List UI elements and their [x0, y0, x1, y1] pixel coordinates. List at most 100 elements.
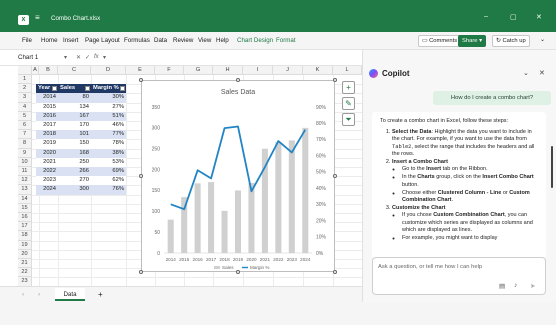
close-pane-icon[interactable]: ✕	[539, 69, 545, 77]
table-cell[interactable]: 62%	[91, 176, 126, 186]
table-cell[interactable]: 2023	[36, 176, 58, 186]
table-cell[interactable]: 2016	[36, 111, 58, 121]
prev-sheet-icon[interactable]: ‹	[22, 291, 24, 298]
table-cell[interactable]: 77%	[91, 130, 126, 140]
table-cell[interactable]: 38%	[91, 148, 126, 158]
filter-dropdown-icon[interactable]	[52, 86, 57, 92]
table-cell[interactable]: 76%	[91, 185, 126, 195]
comments-button[interactable]: ▭ Comments	[418, 35, 462, 47]
cancel-entry-icon[interactable]: ✕	[76, 54, 81, 61]
table-cell[interactable]: 101	[58, 130, 91, 140]
next-sheet-icon[interactable]: ›	[38, 291, 40, 298]
table-cell[interactable]: 2021	[36, 157, 58, 167]
column-header[interactable]: D	[91, 66, 126, 75]
chart-resize-handle[interactable]	[333, 270, 337, 274]
table-cell[interactable]: 2022	[36, 167, 58, 177]
copilot-prompt-input[interactable]: Ask a question, or tell me how I can hel…	[372, 257, 546, 295]
table-cell[interactable]: 167	[58, 111, 91, 121]
chart-styles-brush-icon[interactable]: ✎	[342, 97, 355, 110]
maximize-button[interactable]: ▢	[510, 13, 517, 21]
combo-chart[interactable]: Sales Data 0 50 100 150 200 250 300 350 0% 10% 20%…	[141, 80, 335, 272]
table-cell[interactable]: 51%	[91, 111, 126, 121]
column-header[interactable]: C	[58, 66, 91, 75]
tab-file[interactable]: File	[22, 37, 32, 44]
row-header[interactable]: 10	[18, 157, 32, 167]
microphone-icon[interactable]: ♪	[514, 282, 517, 289]
table-cell[interactable]: 30%	[91, 93, 126, 103]
table-header-cell[interactable]: Sales	[58, 84, 91, 94]
column-header[interactable]: B	[39, 66, 58, 75]
share-button[interactable]: Share ▾	[458, 35, 486, 47]
column-header[interactable]: H	[213, 66, 243, 75]
copilot-scrollbar[interactable]	[551, 146, 553, 188]
confirm-entry-icon[interactable]: ✓	[85, 54, 90, 61]
column-header[interactable]: I	[243, 66, 273, 75]
tab-home[interactable]: Home	[41, 37, 58, 44]
row-header[interactable]: 22	[18, 268, 32, 278]
column-header[interactable]: L	[333, 66, 362, 75]
chart-resize-handle[interactable]	[139, 174, 143, 178]
table-cell[interactable]: 170	[58, 121, 91, 131]
send-icon[interactable]: ➤	[530, 282, 535, 290]
tab-data[interactable]: Data	[154, 37, 167, 44]
insert-function-button[interactable]: fx	[94, 54, 99, 60]
chart-filters-funnel-icon[interactable]: ⏷	[342, 113, 355, 126]
chevron-down-icon[interactable]: ⌄	[523, 69, 529, 77]
catch-up-button[interactable]: ↻ Catch up	[492, 35, 530, 47]
row-header[interactable]: 15	[18, 203, 32, 213]
fx-dropdown-icon[interactable]: ▾	[103, 54, 106, 61]
table-cell[interactable]: 2019	[36, 139, 58, 149]
select-all-corner[interactable]	[18, 66, 32, 75]
table-cell[interactable]: 78%	[91, 139, 126, 149]
table-header-cell[interactable]: Margin %	[91, 84, 126, 94]
column-header[interactable]: E	[126, 66, 155, 75]
table-cell[interactable]: 2024	[36, 185, 58, 195]
row-header[interactable]: 16	[18, 213, 32, 223]
column-header[interactable]: J	[273, 66, 303, 75]
row-header[interactable]: 9	[18, 148, 32, 158]
tab-page-layout[interactable]: Page Layout	[85, 37, 120, 44]
sheet-tab-data[interactable]: Data	[55, 288, 85, 301]
table-cell[interactable]: 270	[58, 176, 91, 186]
row-header[interactable]: 17	[18, 222, 32, 232]
row-header[interactable]: 6	[18, 121, 32, 131]
attach-icon[interactable]: ▤	[499, 282, 505, 290]
quick-access-more-icon[interactable]: ≡	[35, 13, 40, 22]
chart-elements-plus-icon[interactable]: +	[342, 81, 355, 94]
row-header[interactable]: 4	[18, 102, 32, 112]
row-header[interactable]: 18	[18, 231, 32, 241]
table-cell[interactable]: 2017	[36, 121, 58, 131]
table-cell[interactable]: 53%	[91, 157, 126, 167]
chart-resize-handle[interactable]	[236, 270, 240, 274]
table-cell[interactable]: 300	[58, 185, 91, 195]
row-header[interactable]: 20	[18, 249, 32, 259]
chart-resize-handle[interactable]	[139, 270, 143, 274]
tab-help[interactable]: Help	[216, 37, 229, 44]
tab-review[interactable]: Review	[173, 37, 193, 44]
tab-insert[interactable]: Insert	[63, 37, 78, 44]
row-header[interactable]: 19	[18, 240, 32, 250]
row-header[interactable]: 14	[18, 194, 32, 204]
table-cell[interactable]: 266	[58, 167, 91, 177]
tab-formulas[interactable]: Formulas	[124, 37, 150, 44]
chart-resize-handle[interactable]	[333, 174, 337, 178]
table-cell[interactable]: 168	[58, 148, 91, 158]
chart-resize-handle[interactable]	[236, 78, 240, 82]
table-cell[interactable]: 250	[58, 157, 91, 167]
tab-format[interactable]: Format	[276, 37, 296, 44]
column-header[interactable]: G	[184, 66, 213, 75]
row-header[interactable]: 2	[18, 84, 32, 94]
table-cell[interactable]: 2020	[36, 148, 58, 158]
namebox-dropdown-icon[interactable]: ▾	[64, 54, 67, 61]
close-button[interactable]: ✕	[536, 13, 542, 21]
table-cell[interactable]: 80	[58, 93, 91, 103]
row-header[interactable]: 11	[18, 167, 32, 177]
tab-view[interactable]: View	[198, 37, 211, 44]
chart-resize-handle[interactable]	[333, 78, 337, 82]
table-cell[interactable]: 46%	[91, 121, 126, 131]
row-header[interactable]: 13	[18, 185, 32, 195]
row-header[interactable]: 8	[18, 139, 32, 149]
row-header[interactable]: 7	[18, 130, 32, 140]
name-box[interactable]: Chart 1	[18, 53, 62, 63]
table-cell[interactable]: 150	[58, 139, 91, 149]
